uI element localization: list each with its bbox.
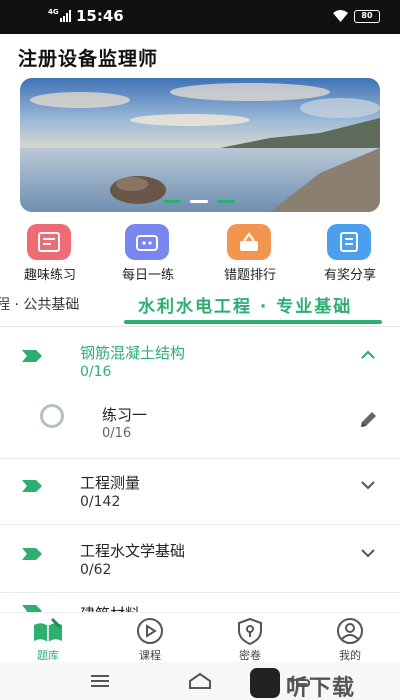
chevron-up-icon[interactable] xyxy=(361,350,375,360)
divider xyxy=(0,458,400,459)
status-bar: 4G 15:46 80 xyxy=(0,0,400,34)
quick-action-label: 错题排行 xyxy=(223,268,276,283)
pencil-icon[interactable] xyxy=(358,410,378,430)
nav-label: 我的 xyxy=(339,649,361,662)
chapter-name: 工程测量 xyxy=(80,474,141,492)
chapter-name: 工程水文学基础 xyxy=(80,542,186,560)
fun-practice-icon xyxy=(27,224,71,260)
nav-label: 题库 xyxy=(37,649,59,662)
wifi-icon xyxy=(333,10,348,22)
share-reward-icon xyxy=(327,224,371,260)
nav-label: 密卷 xyxy=(239,649,261,662)
chevron-down-icon[interactable] xyxy=(361,480,375,490)
quick-action-label: 有奖分享 xyxy=(323,268,376,283)
chapter-progress: 0/142 xyxy=(80,494,121,510)
clock: 15:46 xyxy=(76,7,124,25)
chapter-item[interactable]: 建筑材料 xyxy=(0,603,400,612)
chapter-item[interactable]: 工程水文学基础 0/62 xyxy=(0,540,400,606)
play-icon xyxy=(137,618,163,644)
divider xyxy=(0,524,400,525)
home-icon[interactable] xyxy=(188,672,212,690)
wrong-ranking-icon xyxy=(227,224,271,260)
exercise-status-icon xyxy=(40,404,64,428)
nav-courses[interactable]: 课程 xyxy=(120,617,180,662)
quick-action-share-reward[interactable]: 有奖分享 xyxy=(312,224,388,286)
signal-icon xyxy=(60,10,71,22)
daily-practice-icon xyxy=(125,224,169,260)
book-icon xyxy=(34,617,62,642)
network-label: 4G xyxy=(48,8,59,16)
nav-question-bank[interactable]: 题库 xyxy=(18,617,78,662)
banner-image xyxy=(20,78,380,212)
chapter-name: 钢筋混凝土结构 xyxy=(80,344,186,362)
chapter-flag-icon xyxy=(22,350,42,362)
chevron-down-icon[interactable] xyxy=(361,548,375,558)
exercise-item[interactable]: 练习一 0/16 xyxy=(0,396,400,452)
tab-professional-basics[interactable]: 水利水电工程 · 专业基础 xyxy=(138,292,352,317)
banner-carousel[interactable] xyxy=(20,78,380,212)
chapter-progress: 0/16 xyxy=(80,364,112,380)
bottom-nav: 题库 课程 密卷 我的 xyxy=(0,612,400,662)
nav-profile[interactable]: 我的 xyxy=(320,617,380,662)
watermark: 听下载 xyxy=(250,664,400,700)
quick-action-wrong-ranking[interactable]: 错题排行 xyxy=(212,224,288,286)
tab-public-basics[interactable]: 程 · 公共基础 xyxy=(0,294,79,314)
chapter-flag-icon xyxy=(22,605,42,612)
divider xyxy=(0,326,400,327)
chapter-flag-icon xyxy=(22,548,42,560)
chapter-flag-icon xyxy=(22,480,42,492)
quick-action-fun-practice[interactable]: 趣味练习 xyxy=(12,224,88,286)
nav-secret-papers[interactable]: 密卷 xyxy=(220,617,280,662)
shield-icon xyxy=(238,617,262,645)
carousel-dot-active[interactable] xyxy=(190,200,208,203)
chapter-item[interactable]: 工程测量 0/142 xyxy=(0,472,400,538)
carousel-dot[interactable] xyxy=(217,200,235,203)
quick-action-label: 趣味练习 xyxy=(23,268,76,283)
exercise-progress: 0/16 xyxy=(102,426,132,441)
menu-icon[interactable] xyxy=(90,674,110,688)
active-tab-indicator xyxy=(124,320,382,324)
page-title: 注册设备监理师 xyxy=(18,48,159,70)
divider xyxy=(0,592,400,593)
chapter-progress: 0/62 xyxy=(80,562,112,578)
watermark-logo-icon xyxy=(250,668,280,698)
chapter-name: 建筑材料 xyxy=(80,603,140,612)
user-icon xyxy=(337,618,363,644)
nav-label: 课程 xyxy=(139,649,161,662)
quick-action-label: 每日一练 xyxy=(121,268,174,283)
battery-icon: 80 xyxy=(354,10,380,23)
watermark-text: 听下载 xyxy=(286,676,356,700)
carousel-dot[interactable] xyxy=(163,200,181,203)
quick-action-daily-practice[interactable]: 每日一练 xyxy=(110,224,186,286)
carousel-indicator xyxy=(20,200,380,204)
exercise-name: 练习一 xyxy=(102,406,148,424)
